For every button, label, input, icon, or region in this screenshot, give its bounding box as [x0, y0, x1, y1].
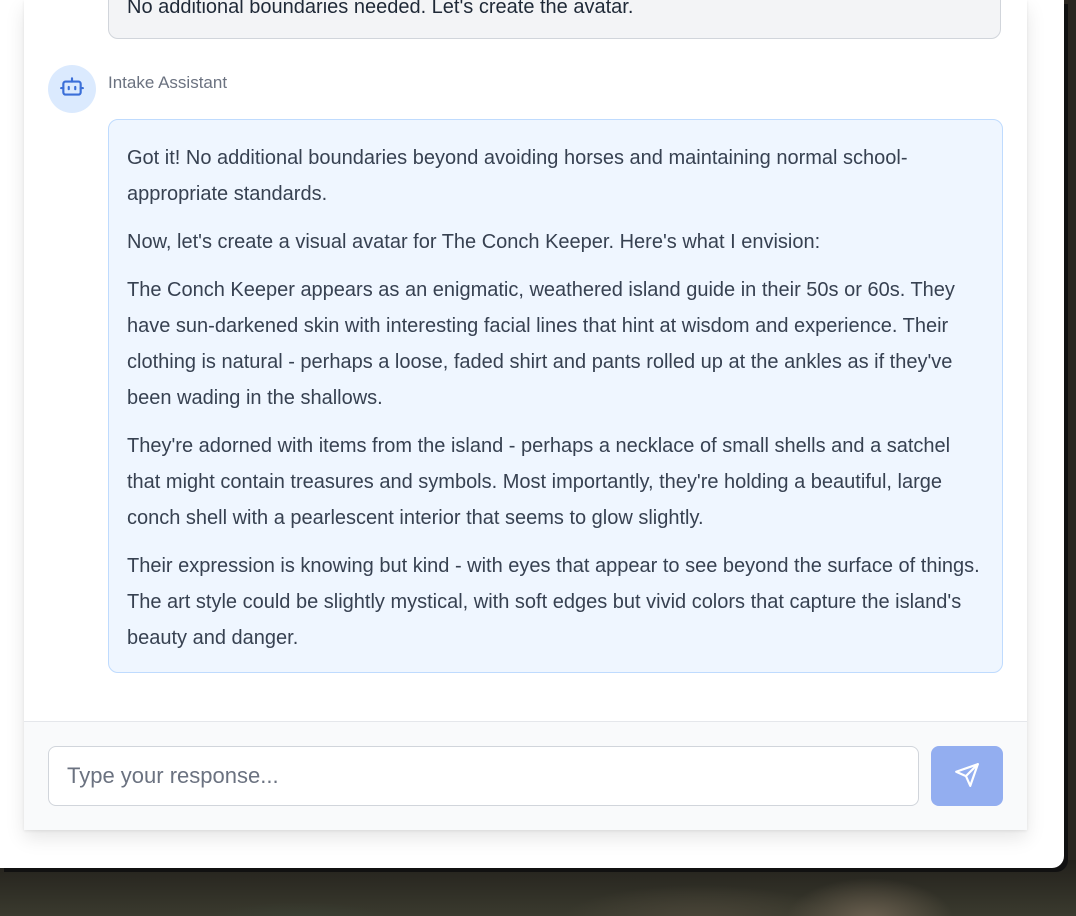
send-icon — [954, 762, 980, 791]
composer-bar — [24, 721, 1027, 830]
robot-icon — [59, 74, 85, 105]
assistant-paragraph: They're adorned with items from the isla… — [127, 435, 951, 529]
response-input[interactable] — [48, 746, 919, 806]
assistant-avatar — [48, 65, 96, 113]
send-button[interactable] — [931, 746, 1003, 806]
user-message-bubble: No additional boundaries needed. Let's c… — [108, 0, 1001, 39]
app-window: No additional boundaries needed. Let's c… — [0, 0, 1064, 868]
user-message-text: No additional boundaries needed. Let's c… — [127, 0, 634, 18]
assistant-paragraph: The Conch Keeper appears as an enigmatic… — [127, 279, 955, 409]
assistant-message-bubble: Got it! No additional boundaries beyond … — [108, 119, 1003, 673]
assistant-paragraph: Got it! No additional boundaries beyond … — [127, 147, 908, 205]
chat-panel: No additional boundaries needed. Let's c… — [24, 0, 1027, 830]
assistant-paragraph: Their expression is knowing but kind - w… — [127, 555, 980, 649]
assistant-name: Intake Assistant — [108, 73, 228, 92]
assistant-paragraph: Now, let's create a visual avatar for Th… — [127, 231, 821, 253]
background-photo — [0, 860, 1076, 916]
